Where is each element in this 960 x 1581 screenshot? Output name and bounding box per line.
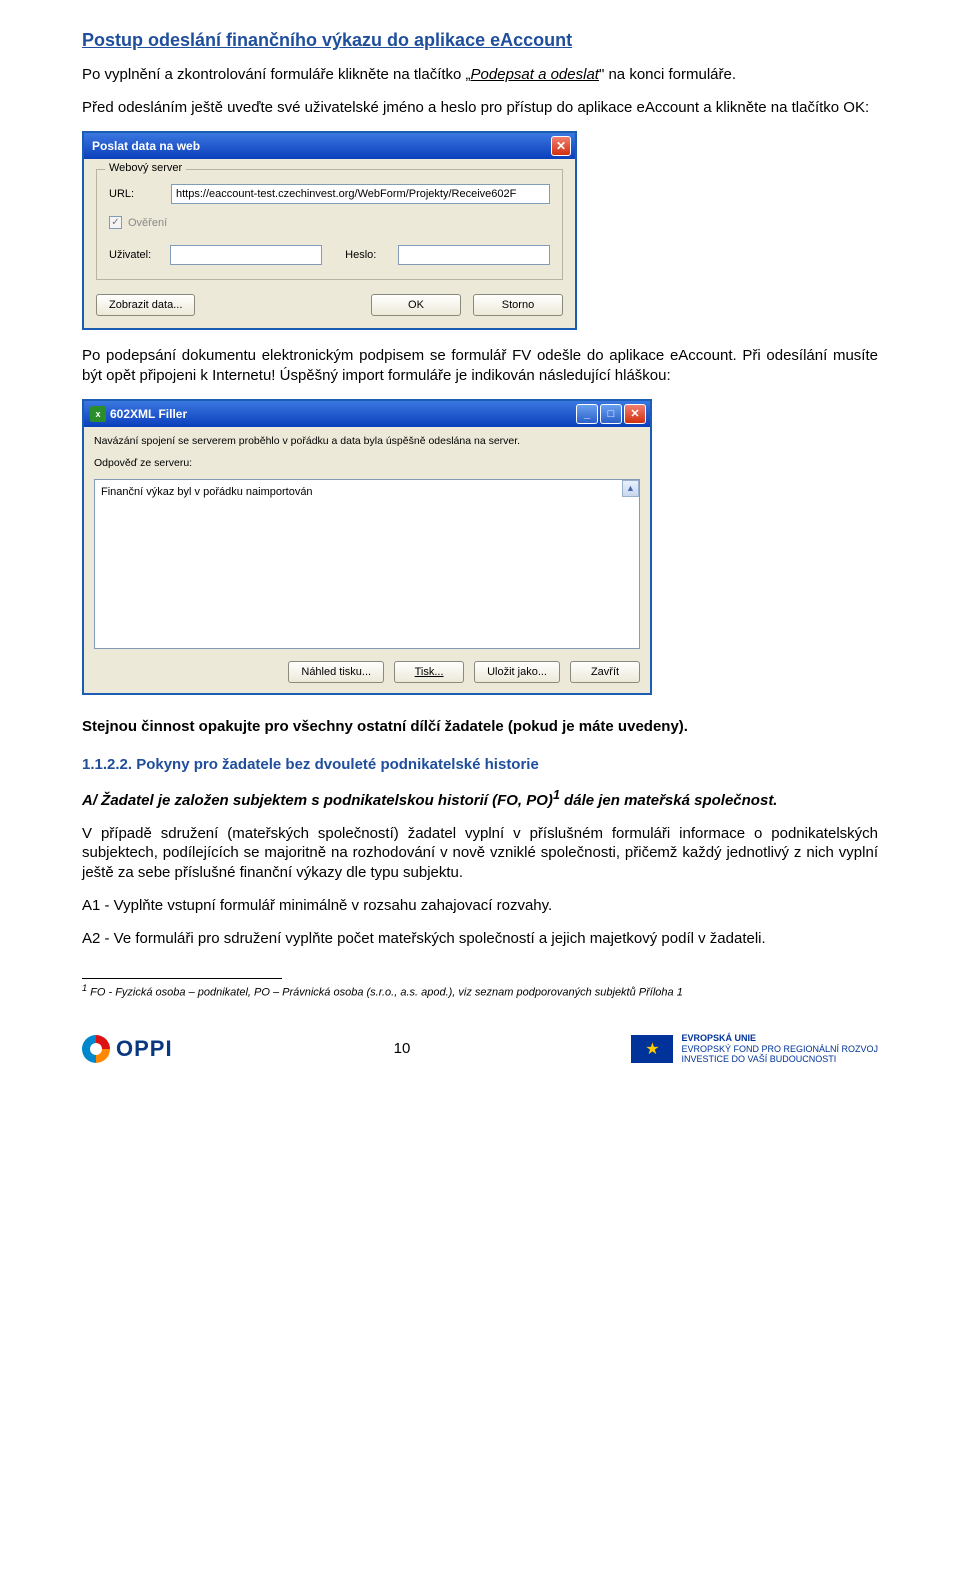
server-response-text: Finanční výkaz byl v pořádku naimportová… — [101, 486, 313, 498]
fieldset-legend: Webový server — [105, 162, 186, 174]
text: " na konci formuláře. — [599, 66, 736, 83]
text: A/ Žadatel je založen subjektem s podnik… — [82, 792, 553, 809]
oppi-logo: OPPI — [82, 1035, 173, 1063]
footnote-separator — [82, 978, 282, 979]
footnote-text: 1 FO - Fyzická osoba – podnikatel, PO – … — [82, 983, 878, 999]
paragraph-a2: A2 - Ve formuláři pro sdružení vyplňte p… — [82, 929, 878, 948]
text: dále jen mateřská společnost. — [560, 792, 778, 809]
url-input[interactable] — [171, 184, 550, 204]
oppi-text: OPPI — [116, 1036, 173, 1062]
user-label: Uživatel: — [109, 249, 170, 261]
paragraph-repeat-action: Stejnou činnost opakujte pro všechny ost… — [82, 717, 878, 736]
user-input[interactable] — [170, 245, 322, 265]
close-button[interactable]: Zavřít — [570, 661, 640, 683]
status-message: Navázání spojení se serverem proběhlo v … — [94, 435, 640, 447]
oppi-icon — [82, 1035, 110, 1063]
paragraph-pre-dialog2: Po podepsání dokumentu elektronickým pod… — [82, 346, 878, 384]
text: FO - Fyzická osoba – podnikatel, PO – Pr… — [87, 987, 683, 999]
dialog-send-data: Poslat data na web ✕ Webový server URL: … — [82, 131, 577, 330]
eu-line3: INVESTICE DO VAŠÍ BUDOUCNOSTI — [681, 1054, 878, 1065]
paragraph-case-a: A/ Žadatel je založen subjektem s podnik… — [82, 787, 878, 810]
eu-flag-icon: ★ — [631, 1035, 673, 1063]
response-label: Odpověď ze serveru: — [94, 457, 640, 469]
dialog-title-text: Poslat data na web — [92, 139, 200, 153]
paragraph-a1: A1 - Vyplňte vstupní formulář minimálně … — [82, 896, 878, 915]
close-icon[interactable]: ✕ — [551, 136, 571, 156]
url-label: URL: — [109, 188, 171, 200]
password-label: Heslo: — [345, 249, 398, 261]
ok-button[interactable]: OK — [371, 294, 461, 316]
dialog-titlebar: Poslat data na web ✕ — [84, 133, 575, 159]
button-name-emphasis: Podepsat a odeslat — [471, 66, 599, 83]
show-data-button[interactable]: Zobrazit data... — [96, 294, 195, 316]
verify-label: Ověření — [128, 217, 167, 229]
dialog-title-text: 602XML Filler — [110, 407, 187, 421]
eu-line2: EVROPSKÝ FOND PRO REGIONÁLNÍ ROZVOJ — [681, 1044, 878, 1055]
scroll-up-icon[interactable]: ▲ — [622, 480, 639, 497]
cancel-button[interactable]: Storno — [473, 294, 563, 316]
dialog-titlebar: x 602XML Filler _ □ ✕ — [84, 401, 650, 427]
page-footer: OPPI 10 ★ EVROPSKÁ UNIE EVROPSKÝ FOND PR… — [0, 1019, 960, 1077]
password-input[interactable] — [398, 245, 550, 265]
print-preview-button[interactable]: Náhled tisku... — [288, 661, 384, 683]
paragraph-intro: Po vyplnění a zkontrolování formuláře kl… — [82, 65, 878, 84]
fieldset-webserver: Webový server URL: ✓ Ověření Uživatel: H… — [96, 169, 563, 280]
close-icon[interactable]: ✕ — [624, 404, 646, 424]
eu-logo-block: ★ EVROPSKÁ UNIE EVROPSKÝ FOND PRO REGION… — [631, 1033, 878, 1065]
print-button[interactable]: Tisk... — [394, 661, 464, 683]
text: Po vyplnění a zkontrolování formuláře kl… — [82, 66, 471, 83]
verify-checkbox[interactable]: ✓ — [109, 216, 122, 229]
dialog-filler-result: x 602XML Filler _ □ ✕ Navázání spojení s… — [82, 399, 652, 695]
save-as-button[interactable]: Uložit jako... — [474, 661, 560, 683]
eu-line1: EVROPSKÁ UNIE — [681, 1033, 878, 1044]
page-number: 10 — [394, 1040, 411, 1057]
server-response-box[interactable]: Finanční výkaz byl v pořádku naimportová… — [94, 479, 640, 649]
paragraph-association: V případě sdružení (mateřských společnos… — [82, 824, 878, 882]
subsection-heading: 1.1.2.2. Pokyny pro žadatele bez dvoulet… — [82, 756, 878, 773]
section-heading: Postup odeslání finančního výkazu do apl… — [82, 30, 878, 51]
maximize-icon[interactable]: □ — [600, 404, 622, 424]
eu-text: EVROPSKÁ UNIE EVROPSKÝ FOND PRO REGIONÁL… — [681, 1033, 878, 1065]
footnote-ref: 1 — [553, 788, 560, 802]
minimize-icon[interactable]: _ — [576, 404, 598, 424]
app-icon: x — [90, 406, 106, 422]
paragraph-pre-dialog1: Před odesláním ještě uveďte své uživatel… — [82, 98, 878, 117]
